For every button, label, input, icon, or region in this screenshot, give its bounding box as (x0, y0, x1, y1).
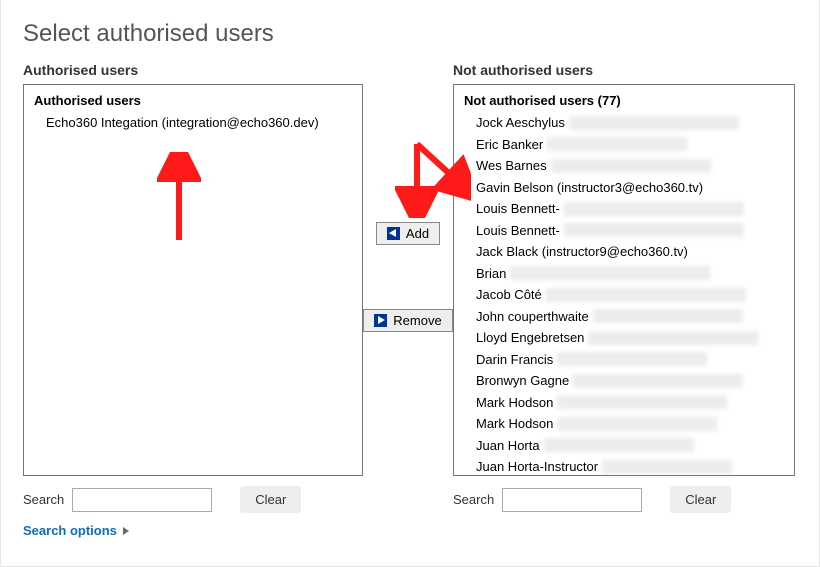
redacted-text (593, 309, 743, 323)
columns: Authorised users Authorised users Echo36… (23, 62, 797, 513)
list-item-name: Mark Hodson (476, 393, 553, 413)
list-item[interactable]: Juan Horta (458, 435, 795, 457)
list-item-name: Louis Bennett- (476, 199, 560, 219)
list-item-name: Eric Banker (476, 135, 543, 155)
authorised-listbox[interactable]: Authorised users Echo360 Integation (int… (23, 84, 363, 476)
add-button-label: Add (406, 226, 429, 241)
page-frame: Select authorised users Authorised users… (0, 0, 820, 567)
redacted-text (564, 223, 744, 237)
list-item-name: Jack Black (instructor9@echo360.tv) (476, 242, 688, 262)
remove-button[interactable]: Remove (363, 309, 452, 332)
list-item-name: Jock Aeschylus (476, 113, 565, 133)
page-title: Select authorised users (23, 20, 797, 48)
list-item[interactable]: Eric Banker (458, 134, 795, 156)
not-authorised-search-input[interactable] (502, 488, 642, 512)
middle-column: Add Remove (363, 62, 453, 332)
list-item[interactable]: Echo360 Integation (integration@echo360.… (28, 112, 360, 134)
not-authorised-clear-button[interactable]: Clear (670, 486, 731, 513)
redacted-text (510, 266, 710, 280)
not-authorised-heading: Not authorised users (453, 62, 795, 78)
not-authorised-search-row: Search Clear (453, 486, 795, 513)
authorised-column: Authorised users Authorised users Echo36… (23, 62, 363, 513)
list-item-name: Brian (476, 264, 506, 284)
list-item[interactable]: Wes Barnes (458, 155, 795, 177)
not-authorised-list-header: Not authorised users (77) (458, 91, 792, 112)
redacted-text (602, 460, 732, 474)
redacted-text (557, 352, 707, 366)
list-item-name: Echo360 Integation (integration@echo360.… (46, 113, 319, 133)
redacted-text (551, 159, 711, 173)
add-button[interactable]: Add (376, 222, 440, 245)
redacted-text (588, 331, 758, 345)
redacted-text (569, 116, 739, 130)
list-item[interactable]: Brian (458, 263, 795, 285)
caret-right-icon (123, 527, 129, 535)
list-item-name: Lloyd Engebretsen (476, 328, 584, 348)
redacted-text (573, 374, 743, 388)
redacted-text (546, 288, 746, 302)
list-item[interactable]: Lloyd Engebretsen (458, 327, 795, 349)
list-item[interactable]: Jack Black (instructor9@echo360.tv) (458, 241, 795, 263)
not-authorised-listbox[interactable]: Not authorised users (77) Jock Aeschylus… (453, 84, 795, 476)
arrow-right-icon (374, 314, 387, 327)
redacted-text (557, 395, 727, 409)
not-authorised-search-label: Search (453, 492, 494, 507)
authorised-list-header: Authorised users (28, 91, 360, 112)
list-item-name: Wes Barnes (476, 156, 547, 176)
list-item[interactable]: Jock Aeschylus (458, 112, 795, 134)
redacted-text (557, 417, 717, 431)
list-item-name: Louis Bennett- (476, 221, 560, 241)
search-options-toggle[interactable]: Search options (23, 523, 129, 538)
list-item-name: Mark Hodson (476, 414, 553, 434)
redacted-text (564, 202, 744, 216)
authorised-search-label: Search (23, 492, 64, 507)
remove-button-label: Remove (393, 313, 441, 328)
list-item-name: Gavin Belson (instructor3@echo360.tv) (476, 178, 703, 198)
list-item[interactable]: Mark Hodson (458, 392, 795, 414)
list-item-name: Bronwyn Gagne (476, 371, 569, 391)
authorised-search-input[interactable] (72, 488, 212, 512)
list-item[interactable]: Louis Bennett- (458, 220, 795, 242)
arrow-left-icon (387, 227, 400, 240)
not-authorised-column: Not authorised users Not authorised user… (453, 62, 795, 513)
authorised-heading: Authorised users (23, 62, 363, 78)
list-item[interactable]: Mark Hodson (458, 413, 795, 435)
list-item[interactable]: Louis Bennett- (458, 198, 795, 220)
list-item-name: John couperthwaite (476, 307, 589, 327)
redacted-text (544, 438, 694, 452)
list-item-name: Juan Horta (476, 436, 540, 456)
search-options-label: Search options (23, 523, 117, 538)
list-item[interactable]: John couperthwaite (458, 306, 795, 328)
list-item[interactable]: Bronwyn Gagne (458, 370, 795, 392)
authorised-clear-button[interactable]: Clear (240, 486, 301, 513)
list-item[interactable]: Juan Horta-Instructor (458, 456, 795, 476)
list-item-name: Juan Horta-Instructor (476, 457, 598, 476)
list-item-name: Darin Francis (476, 350, 553, 370)
redacted-text (547, 137, 687, 151)
authorised-search-row: Search Clear (23, 486, 363, 513)
list-item[interactable]: Jacob Côté (458, 284, 795, 306)
list-item-name: Jacob Côté (476, 285, 542, 305)
list-item[interactable]: Darin Francis (458, 349, 795, 371)
list-item[interactable]: Gavin Belson (instructor3@echo360.tv) (458, 177, 795, 199)
